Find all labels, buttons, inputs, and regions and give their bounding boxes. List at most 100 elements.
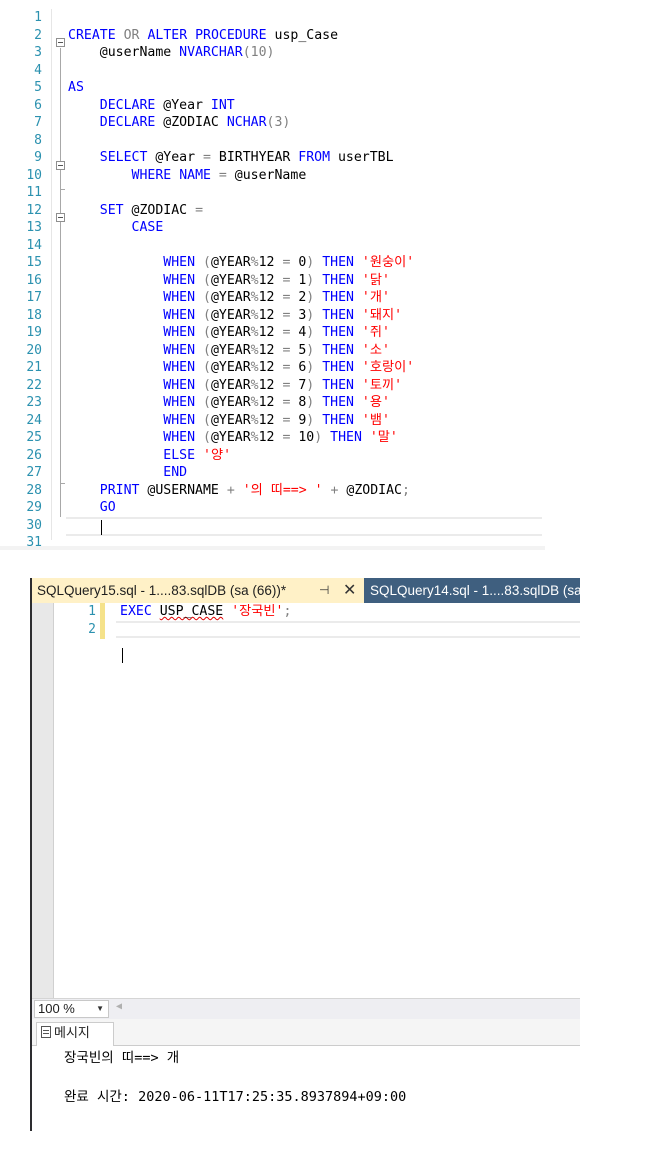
completion-time-message: 완료 시간: 2020-06-11T17:25:35.8937894+09:00	[64, 1089, 407, 1105]
code-text: WHEN (@YEAR%12 = 3) THEN '돼지'	[68, 307, 402, 325]
code-text: AS	[68, 79, 84, 97]
collapse-icon[interactable]	[56, 161, 65, 170]
code-token: %	[250, 255, 259, 270]
scroll-left-icon[interactable]: ◀	[116, 1001, 122, 1012]
code-token: 12	[258, 290, 283, 305]
code-token: 12	[258, 307, 283, 323]
tab-messages[interactable]: 메시지	[36, 1022, 114, 1046]
code-token: INT	[210, 97, 235, 113]
procedure-editor[interactable]: 1 2 CREATE OR ALTER PROCEDURE usp_Case 3 @u…	[0, 9, 545, 550]
code-token: 12	[258, 342, 283, 358]
code-token: THEN	[322, 377, 354, 393]
line-number: 10	[26, 167, 42, 183]
code-token: 3	[290, 307, 307, 323]
ssms-query-window: SQLQuery15.sql - 1....83.sqlDB (sa (66))…	[30, 578, 580, 1131]
line-number: 6	[34, 97, 42, 113]
code-line: 28 PRINT @USERNAME + '의 띠==> ' + @ZODIAC…	[0, 482, 545, 500]
code-token: WHEN	[163, 395, 196, 410]
code-token: '토끼'	[361, 377, 403, 393]
code-token: '뱀'	[361, 412, 390, 428]
code-token: @YEAR	[210, 377, 251, 393]
code-token: CASE	[131, 220, 164, 235]
code-token: @ZODIAC	[123, 202, 196, 218]
code-token: ;	[402, 482, 410, 498]
pin-icon[interactable]: ⊣	[319, 578, 329, 603]
code-token: NCHAR	[226, 115, 267, 130]
code-line: 13 CASE	[0, 219, 545, 237]
current-line-highlight	[116, 621, 580, 638]
collapse-icon[interactable]	[56, 213, 65, 222]
line-number: 19	[26, 325, 42, 340]
code-line: 26 ELSE '양'	[0, 447, 545, 465]
zoom-select[interactable]: 100 % ▼	[34, 1000, 109, 1018]
line-number: 9	[34, 150, 42, 165]
code-line: 11	[0, 184, 545, 202]
changed-line-marker	[100, 621, 105, 639]
code-token: @YEAR	[210, 290, 251, 305]
code-token: %	[250, 307, 259, 323]
line-number: 25	[26, 430, 42, 445]
text-caret	[122, 648, 123, 663]
code-token: %	[250, 395, 259, 410]
line-number: 3	[34, 45, 42, 60]
close-icon[interactable]: ✕	[343, 578, 356, 603]
code-token: @Year	[147, 150, 203, 165]
code-token: @userName	[226, 167, 307, 183]
tab-sqlquery14[interactable]: SQLQuery14.sql - 1....83.sqlDB (sa	[364, 578, 580, 603]
code-token: +	[226, 482, 235, 498]
code-line: 18 WHEN (@YEAR%12 = 3) THEN '돼지'	[0, 307, 545, 325]
code-token: SELECT	[99, 150, 148, 165]
code-line: 7 DECLARE @ZODIAC NCHAR(3)	[0, 114, 545, 132]
tab-sqlquery15[interactable]: SQLQuery15.sql - 1....83.sqlDB (sa (66))…	[32, 578, 364, 603]
code-line: 9 SELECT @Year = BIRTHYEAR FROM userTBL	[0, 149, 545, 167]
code-text: SET @ZODIAC =	[68, 202, 203, 220]
query-editor[interactable]: 1 EXEC USP_CASE '장국빈'; 2	[32, 603, 580, 998]
code-token: 12	[258, 255, 283, 270]
code-token: 6	[290, 360, 307, 375]
code-token: (	[203, 395, 211, 410]
line-number: 1	[34, 10, 42, 25]
document-tab-strip: SQLQuery15.sql - 1....83.sqlDB (sa (66))…	[32, 578, 580, 603]
code-line: 12 SET @ZODIAC =	[0, 202, 545, 220]
line-number: 2	[88, 622, 96, 637]
fold-guide	[60, 48, 61, 517]
line-number: 12	[26, 202, 42, 218]
code-token: '돼지'	[361, 307, 403, 323]
line-number: 21	[26, 360, 42, 375]
code-text: PRINT @USERNAME + '의 띠==> ' + @ZODIAC;	[68, 482, 410, 500]
line-number: 28	[26, 482, 42, 498]
code-token: (	[203, 412, 211, 428]
code-token: (	[203, 342, 211, 358]
code-token: )	[314, 430, 323, 445]
editor-selection-margin	[32, 603, 54, 998]
code-token: @userName	[68, 45, 180, 60]
code-token: WHERE	[131, 167, 172, 183]
line-number: 27	[26, 465, 42, 480]
line-number: 13	[26, 220, 42, 235]
code-text: WHEN (@YEAR%12 = 8) THEN '용'	[68, 394, 390, 412]
line-number: 7	[34, 115, 42, 130]
code-line: 22 WHEN (@YEAR%12 = 7) THEN '토끼'	[0, 377, 545, 395]
collapse-icon[interactable]	[56, 38, 65, 47]
code-token: FROM	[298, 150, 331, 165]
code-line: 19 WHEN (@YEAR%12 = 4) THEN '쥐'	[0, 324, 545, 342]
code-token: THEN	[322, 360, 354, 375]
code-token: THEN	[322, 412, 354, 428]
code-line: 10 WHERE NAME = @userName	[0, 167, 545, 185]
